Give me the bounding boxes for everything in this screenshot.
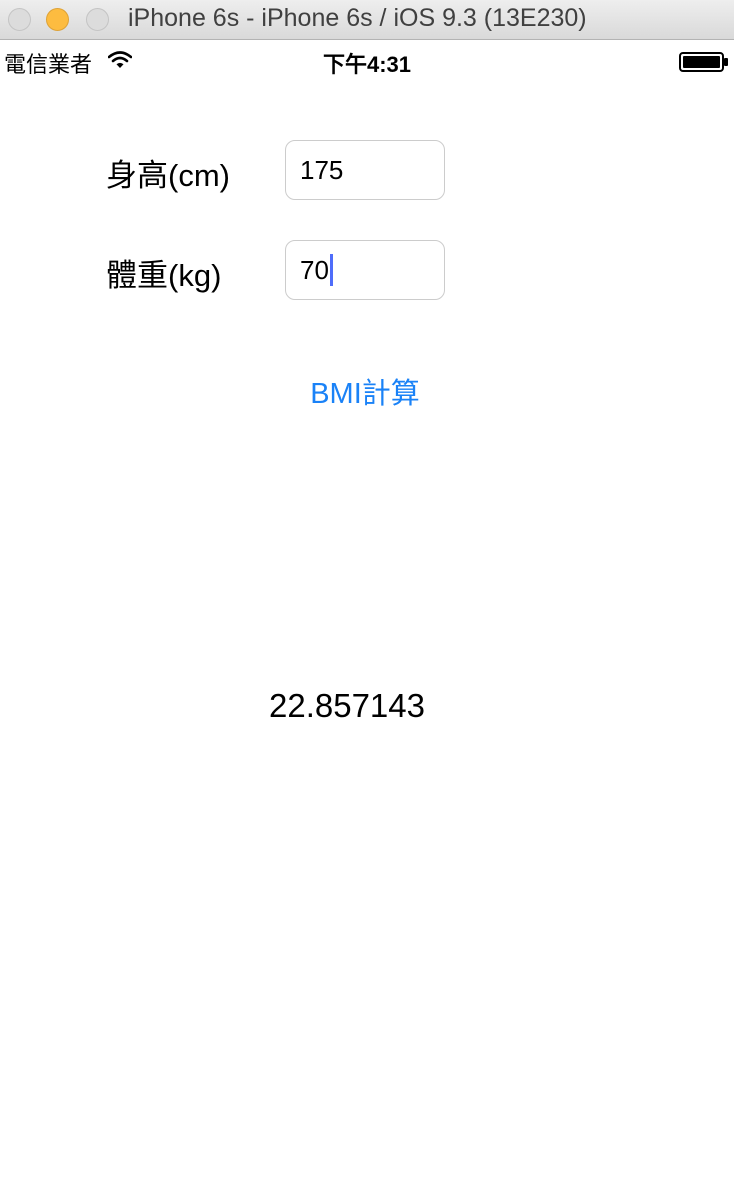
text-cursor [329,254,333,287]
bmi-result: 22.857143 [269,687,425,724]
weight-input-value: 70 [300,255,329,285]
weight-label: 體重(kg) [106,258,222,293]
zoom-window-button[interactable] [86,8,109,31]
simulator-window: iPhone 6s - iPhone 6s / iOS 9.3 (13E230)… [0,0,734,1192]
height-input[interactable]: 175 [285,140,445,200]
bmi-calculate-button[interactable]: BMI計算 [265,370,465,412]
height-input-value: 175 [300,155,344,185]
height-label: 身高(cm) [106,158,230,193]
window-title: iPhone 6s - iPhone 6s / iOS 9.3 (13E230) [128,4,587,32]
close-window-button[interactable] [8,8,31,31]
battery-icon [679,52,728,72]
weight-input[interactable]: 70 [285,240,445,300]
window-title-bar: iPhone 6s - iPhone 6s / iOS 9.3 (13E230) [0,0,734,40]
ios-status-bar: 電信業者 下午4:31 [0,40,734,82]
status-time: 下午4:31 [322,52,412,77]
minimize-window-button[interactable] [46,8,69,31]
